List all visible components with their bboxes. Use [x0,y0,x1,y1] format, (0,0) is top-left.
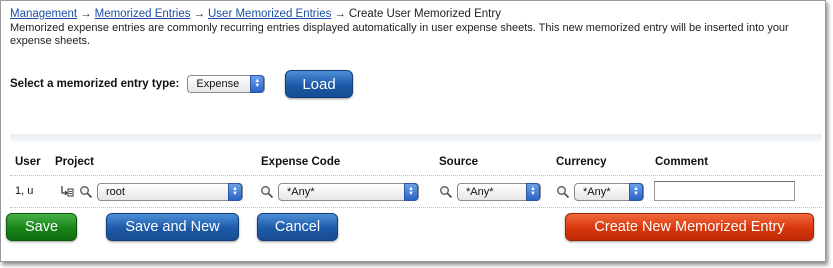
column-header-expense-code: Expense Code [261,156,341,168]
column-header-currency: Currency [556,156,607,168]
up-down-arrows-icon: ▲ ▼ [250,75,265,93]
user-value: 1, u [15,185,34,197]
expense-code-value: *Any* [287,186,315,198]
magnifier-icon[interactable] [79,185,93,199]
entry-type-label: Select a memorized entry type: [10,78,180,90]
magnifier-icon[interactable] [556,185,570,199]
source-select[interactable]: *Any* ▲ ▼ [457,183,541,201]
up-down-arrows-icon: ▲ ▼ [629,183,643,201]
column-header-project: Project [55,156,94,168]
breadcrumb-current: Create User Memorized Entry [348,8,501,20]
source-cell: *Any* ▲ ▼ [439,183,541,201]
page-description: Memorized expense entries are commonly r… [10,22,789,47]
expense-code-select[interactable]: *Any* ▲ ▼ [278,183,419,201]
currency-cell: *Any* ▲ ▼ [556,183,644,201]
up-down-arrows-icon: ▲ ▼ [526,183,540,201]
project-select[interactable]: root ▲ ▼ [97,183,243,201]
breadcrumb-link-memorized-entries[interactable]: Memorized Entries [95,8,191,20]
user-cell: 1, u [15,185,33,197]
breadcrumb-separator: → [334,8,346,20]
create-new-memorized-entry-button[interactable]: Create New Memorized Entry [565,213,814,241]
table-header-band [10,134,822,142]
currency-value: *Any* [583,186,611,198]
breadcrumb-separator: → [193,8,206,20]
currency-select[interactable]: *Any* ▲ ▼ [574,183,644,201]
magnifier-icon[interactable] [439,185,453,199]
save-and-new-button[interactable]: Save and New [106,213,239,241]
breadcrumb: Management → Memorized Entries → User Memori… [10,8,501,20]
source-value: *Any* [466,186,494,198]
breadcrumb-link-user-memorized-entries[interactable]: User Memorized Entries [208,8,331,20]
column-header-comment: Comment [655,156,709,168]
up-down-arrows-icon: ▲ ▼ [228,183,242,201]
cancel-button[interactable]: Cancel [257,213,338,241]
table-row: 1, u root ▲ ▼ *Any* ▲ ▼ *Any* ▲ ▼ *Any* … [10,176,822,208]
magnifier-icon[interactable] [260,185,274,199]
breadcrumb-separator: → [80,8,92,20]
page-frame: Management → Memorized Entries → User Memori… [0,0,826,262]
load-button[interactable]: Load [285,70,353,98]
tree-picker-icon[interactable] [60,185,74,199]
project-cell: root ▲ ▼ [60,183,243,201]
entry-type-select[interactable]: Expense ▲ ▼ [187,75,266,93]
column-header-user: User [15,156,41,168]
comment-cell [654,181,795,201]
memorized-entry-table: User Project Expense Code Source Currenc… [10,134,822,208]
expense-code-cell: *Any* ▲ ▼ [260,183,419,201]
project-value: root [106,186,125,198]
breadcrumb-link-management[interactable]: Management [10,8,77,20]
table-header: User Project Expense Code Source Currenc… [10,142,822,176]
entry-type-row: Select a memorized entry type: Expense ▲… [10,69,266,99]
comment-input[interactable] [654,181,795,201]
up-down-arrows-icon: ▲ ▼ [404,183,418,201]
column-header-source: Source [439,156,478,168]
save-button[interactable]: Save [6,213,77,241]
entry-type-value: Expense [196,78,240,90]
